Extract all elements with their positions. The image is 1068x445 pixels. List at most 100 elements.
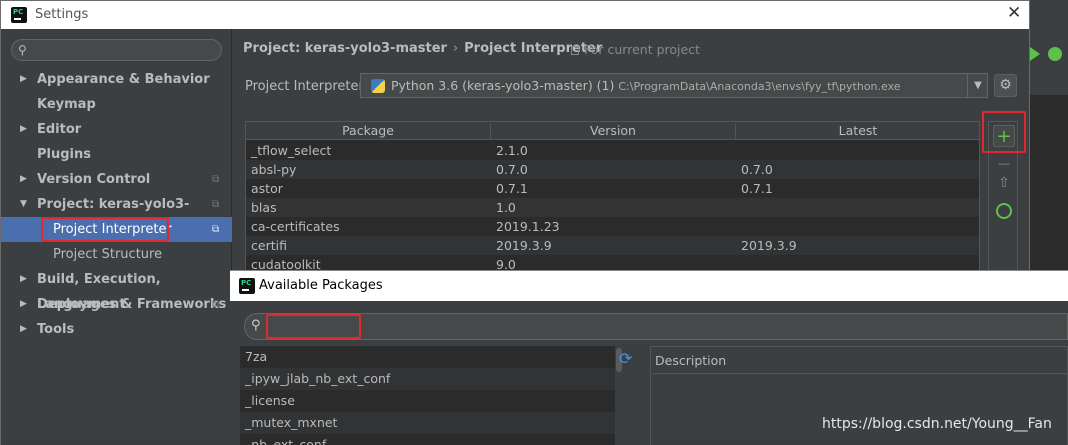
table-row[interactable]: astor 0.7.1 0.7.1 (246, 179, 979, 198)
sidebar-item-project[interactable]: ▼ Project: keras-yolo3-master ⧉ (1, 192, 232, 237)
list-item[interactable]: _license (240, 390, 615, 412)
sidebar-item-label: Project Structure (53, 247, 163, 262)
latest-cell: 0.7.0 (741, 162, 773, 177)
window-title: Settings (35, 7, 89, 22)
expand-arrow-icon: ▶ (20, 174, 27, 184)
project-scope-icon: ⧉ (212, 224, 220, 235)
packages-table: Package Version Latest _tflow_select 2.1.… (245, 121, 980, 271)
list-item[interactable]: 7za (240, 346, 615, 368)
project-scope-icon: ⧉ (212, 299, 220, 310)
package-toolbar: + − ⇧ (988, 121, 1018, 271)
sidebar-item-languages[interactable]: ▶ Languages & Frameworks ⧉ (1, 292, 232, 317)
expand-arrow-icon: ▶ (20, 299, 27, 309)
package-name-cell: certifi (251, 238, 287, 253)
latest-cell: 2019.3.9 (741, 238, 797, 253)
sidebar-item-label: Project Interpreter (53, 222, 172, 237)
sidebar-item-label: Appearance & Behavior (37, 72, 210, 87)
sidebar-item-appearance[interactable]: ▶ Appearance & Behavior (1, 67, 232, 92)
sidebar-item-version-control[interactable]: ▶ Version Control ⧉ (1, 167, 232, 192)
pycharm-logo-icon: PC (239, 278, 255, 294)
sidebar-item-label: Editor (37, 122, 82, 137)
package-name-cell: cudatoolkit (251, 257, 321, 271)
breadcrumb-project: Project: keras-yolo3-master (243, 41, 447, 56)
dialog-titlebar: PC Available Packages (230, 271, 1068, 301)
column-header-version[interactable]: Version (491, 123, 736, 140)
sidebar-item-label: Languages & Frameworks (37, 297, 227, 312)
run-icon (1030, 47, 1040, 61)
debug-icon (1048, 47, 1062, 61)
interpreter-path: C:\ProgramData\Anaconda3\envs\fyy_tf\pyt… (618, 80, 901, 93)
table-row[interactable]: blas 1.0 (246, 198, 979, 217)
background-ide-strip (1030, 0, 1068, 270)
python-icon (371, 79, 385, 93)
sidebar-item-editor[interactable]: ▶ Editor (1, 117, 232, 142)
sidebar-item-project-interpreter[interactable]: Project Interpreter ⧉ (1, 217, 232, 242)
settings-titlebar: PC Settings ✕ (1, 1, 1029, 29)
list-item[interactable]: _mutex_mxnet (240, 412, 615, 434)
close-icon[interactable]: ✕ (1007, 3, 1021, 23)
table-row[interactable]: ca-certificates 2019.1.23 (246, 217, 979, 236)
package-name-cell: _tflow_select (251, 143, 332, 158)
list-item[interactable]: _nb_ext_conf (240, 434, 615, 445)
table-row[interactable]: certifi 2019.3.9 2019.3.9 (246, 236, 979, 255)
latest-cell: 0.7.1 (741, 181, 773, 196)
interpreter-label: Project Interpreter: (245, 79, 369, 94)
gear-icon[interactable]: ⚙ (994, 74, 1017, 97)
expand-arrow-icon: ▶ (20, 324, 27, 334)
expand-arrow-icon: ▶ (20, 124, 27, 134)
project-scope-icon: ⧉ (212, 199, 220, 210)
for-current-project-label: For current project (584, 42, 700, 57)
table-row[interactable]: _tflow_select 2.1.0 (246, 141, 979, 160)
search-icon: ⚲ (251, 318, 261, 333)
sidebar-search-input[interactable]: ⚲ (11, 39, 222, 61)
version-cell: 2019.1.23 (496, 219, 560, 234)
chevron-down-icon[interactable]: ▼ (967, 74, 988, 97)
expand-arrow-icon: ▶ (20, 74, 27, 84)
upgrade-package-button[interactable]: ⇧ (993, 173, 1015, 195)
sidebar-item-tools[interactable]: ▶ Tools (1, 317, 232, 342)
list-item[interactable]: _ipyw_jlab_nb_ext_conf (240, 368, 615, 390)
breadcrumb: Project: keras-yolo3-master › Project Inte… (243, 41, 602, 56)
collapse-arrow-icon: ▼ (20, 199, 27, 209)
version-cell: 0.7.1 (496, 181, 528, 196)
sidebar-item-plugins[interactable]: Plugins (1, 142, 232, 167)
description-content (653, 373, 1067, 445)
sidebar-item-label: Keymap (37, 97, 96, 112)
add-package-button[interactable]: + (993, 125, 1015, 147)
column-header-latest[interactable]: Latest (736, 123, 979, 140)
expand-arrow-icon: ▶ (20, 274, 27, 284)
sidebar-item-label: Tools (37, 322, 75, 337)
sidebar-item-project-structure[interactable]: Project Structure (1, 242, 232, 267)
search-icon: ⚲ (18, 43, 27, 57)
for-current-project-note: For current project (571, 42, 700, 57)
show-early-releases-button[interactable] (993, 200, 1015, 222)
package-name-cell: blas (251, 200, 277, 215)
sidebar-item-label: Plugins (37, 147, 91, 162)
version-cell: 1.0 (496, 200, 516, 215)
version-cell: 2019.3.9 (496, 238, 552, 253)
settings-sidebar: ⚲ ▶ Appearance & Behavior Keymap ▶ Edito… (1, 29, 232, 445)
package-search-field: ⚲ (244, 313, 1068, 340)
sidebar-item-keymap[interactable]: Keymap (1, 92, 232, 117)
package-name-cell: absl-py (251, 162, 297, 177)
pycharm-logo-icon: PC (11, 7, 27, 23)
version-cell: 0.7.0 (496, 162, 528, 177)
interpreter-name: Python 3.6 (keras-yolo3-master) (1) (391, 78, 615, 93)
dialog-title: Available Packages (259, 278, 383, 293)
table-row[interactable]: absl-py 0.7.0 0.7.0 (246, 160, 979, 179)
sidebar-item-build[interactable]: ▶ Build, Execution, Deployment (1, 267, 232, 312)
interpreter-value: Python 3.6 (keras-yolo3-master) (1) C:\P… (391, 78, 901, 93)
version-cell: 2.1.0 (496, 143, 528, 158)
refresh-icon[interactable]: ⟳ (619, 349, 632, 368)
project-scope-icon (571, 46, 579, 55)
project-scope-icon: ⧉ (212, 174, 220, 185)
package-search-input[interactable] (275, 317, 1055, 336)
column-header-package[interactable]: Package (246, 123, 491, 140)
available-packages-list: 7za _ipyw_jlab_nb_ext_conf _license _mut… (240, 346, 615, 445)
interpreter-select[interactable]: Python 3.6 (keras-yolo3-master) (1) C:\P… (360, 73, 988, 98)
eye-icon (996, 203, 1012, 219)
sidebar-item-label: Version Control (37, 172, 151, 187)
breadcrumb-separator: › (452, 41, 459, 56)
package-name-cell: astor (251, 181, 283, 196)
table-row[interactable]: cudatoolkit 9.0 (246, 255, 979, 271)
